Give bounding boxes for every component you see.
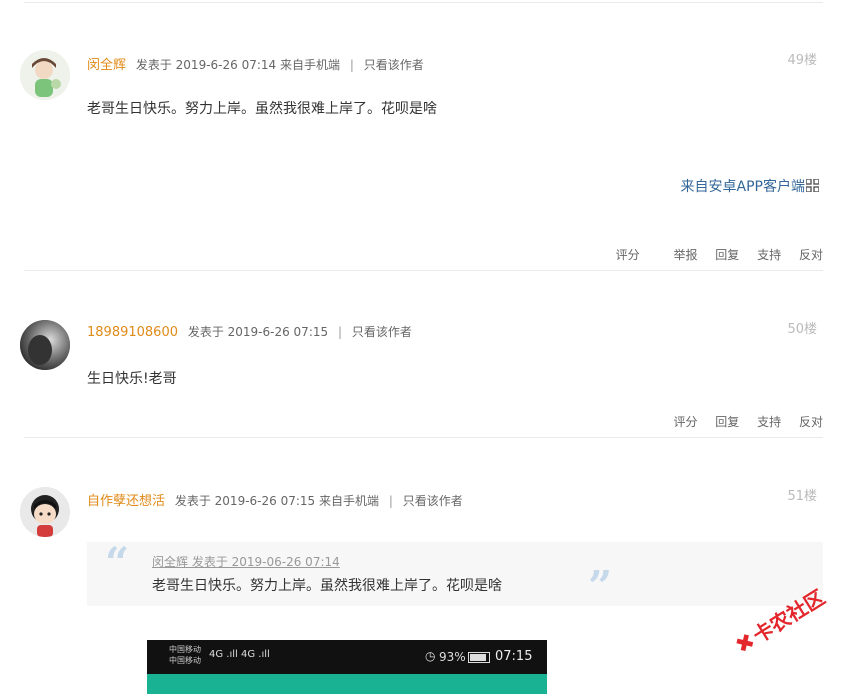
- quote-source-link[interactable]: 闵全辉 发表于 2019-06-26 07:14: [152, 553, 340, 570]
- reply-button[interactable]: 回复: [715, 248, 739, 262]
- battery-icon: [468, 652, 490, 663]
- post-content: 老哥生日快乐。努力上岸。虽然我很难上岸了。花呗是啥: [87, 101, 437, 117]
- avatar-bw-icon: [20, 320, 70, 370]
- reply-button[interactable]: 回复: [715, 415, 739, 429]
- only-author-link[interactable]: 只看该作者: [364, 58, 424, 72]
- avatar-girl-icon: [20, 50, 70, 100]
- rate-button[interactable]: 评分: [616, 248, 640, 262]
- author-name[interactable]: 18989108600: [87, 325, 178, 340]
- post-time: 发表于 2019-6-26 07:14 来自手机端: [135, 58, 340, 72]
- report-button[interactable]: 举报: [673, 248, 697, 262]
- carrier-label: 中国移动 中国移动: [169, 645, 201, 665]
- signal-icon: 4G .ıll 4G .ıll: [209, 649, 270, 660]
- post-meta: 18989108600 发表于 2019-6-26 07:15 | 只看该作者: [87, 325, 412, 340]
- post-time: 发表于 2019-6-26 07:15: [187, 325, 329, 339]
- oppose-button[interactable]: 反对: [799, 415, 823, 429]
- post-meta: 闵全辉 发表于 2019-6-26 07:14 来自手机端 | 只看该作者: [87, 58, 424, 73]
- floor-number: 51楼: [787, 489, 817, 504]
- support-button[interactable]: 支持: [757, 415, 781, 429]
- only-author-link[interactable]: 只看该作者: [352, 325, 412, 339]
- post-content: 生日快乐!老哥: [87, 371, 177, 387]
- support-button[interactable]: 支持: [757, 248, 781, 262]
- open-quote-icon: “: [105, 538, 130, 587]
- post-divider: [24, 2, 823, 3]
- quote-text: 老哥生日快乐。努力上岸。虽然我很难上岸了。花呗是啥: [152, 578, 502, 594]
- post-meta: 自作孽还想活 发表于 2019-6-26 07:15 来自手机端 | 只看该作者: [87, 494, 463, 509]
- close-quote-icon: ”: [588, 562, 613, 611]
- post-actions: 评分 举报 回复 支持 反对: [602, 246, 823, 263]
- battery-level: 93%: [439, 650, 466, 664]
- alarm-icon: ◷: [425, 649, 436, 663]
- phone-screenshot[interactable]: 中国移动 中国移动 4G .ıll 4G .ıll ◷ 93% 07:15: [147, 640, 547, 694]
- avatar[interactable]: [20, 50, 70, 100]
- quote-block: [87, 542, 823, 606]
- oppose-button[interactable]: 反对: [799, 248, 823, 262]
- avatar[interactable]: [20, 487, 70, 537]
- post-time: 发表于 2019-6-26 07:15 来自手机端: [174, 494, 379, 508]
- author-name[interactable]: 闵全辉: [87, 58, 126, 73]
- only-author-link[interactable]: 只看该作者: [403, 494, 463, 508]
- qrcode-icon[interactable]: [806, 179, 819, 192]
- avatar[interactable]: [20, 320, 70, 370]
- app-header-bar: [147, 674, 547, 694]
- post-actions: 评分 回复 支持 反对: [659, 413, 823, 430]
- phone-time: 07:15: [495, 649, 533, 664]
- rate-button[interactable]: 评分: [673, 415, 697, 429]
- floor-number: 50楼: [787, 322, 817, 337]
- avatar-cartoon-icon: [20, 487, 70, 537]
- from-app-link[interactable]: 来自安卓APP客户端: [681, 176, 805, 196]
- post-divider: [24, 270, 823, 271]
- post-divider: [24, 437, 823, 438]
- floor-number: 49楼: [787, 53, 817, 68]
- author-name[interactable]: 自作孽还想活: [87, 494, 165, 509]
